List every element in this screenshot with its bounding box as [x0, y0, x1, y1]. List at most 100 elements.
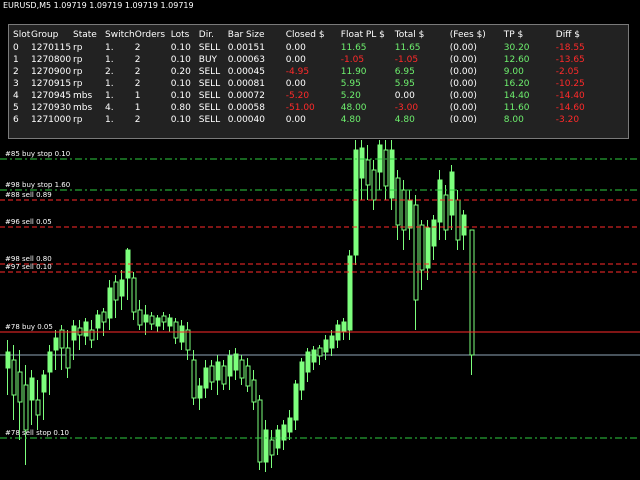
candle-body [425, 227, 431, 269]
candle-body [311, 349, 317, 363]
candle-body [233, 353, 239, 371]
table-cell: 1. [105, 43, 114, 53]
candle-body [59, 329, 65, 349]
candle-body [185, 329, 191, 351]
header-lots: Lots [170, 30, 190, 40]
candle-body [161, 315, 167, 323]
table-header-row: Slot Group State Switch Orders Lots Dir.… [13, 28, 612, 42]
table-cell: -10.25 [555, 79, 585, 89]
table-cell: -14.60 [555, 103, 585, 113]
table-cell: 5.20 [340, 91, 361, 101]
table-cell: (0.00) [449, 79, 477, 89]
header-tp: TP $ [503, 30, 524, 40]
table-cell: 11.90 [340, 67, 367, 77]
header-switch: Switch [105, 30, 135, 40]
candle-body [353, 149, 359, 256]
candle-body [395, 177, 401, 226]
header-dir: Dir. [198, 30, 214, 40]
table-cell: 0.00081 [227, 79, 265, 89]
candle-body [251, 379, 257, 403]
table-row: 1 1270800 rp 1. 2 0.10 BUY 0.00063 0.00 -1.05 -1.0… [13, 54, 612, 66]
table-cell: rp [73, 43, 83, 53]
candle-body [119, 279, 125, 297]
table-cell: 1270945 [31, 91, 72, 101]
table-row: 0 1270115 rp 1. 2 0.10 SELL 0.00151 0.00 11.65 11.… [13, 42, 612, 54]
candle-body [149, 315, 155, 325]
header-total: Total $ [394, 30, 425, 40]
candle-body [371, 169, 377, 201]
candle-body [83, 321, 89, 337]
candle-body [263, 429, 269, 463]
candle-body [407, 199, 413, 229]
candle-body [401, 189, 407, 231]
slots-table: Slot Group State Switch Orders Lots Dir.… [13, 28, 612, 126]
table-cell: -14.40 [555, 91, 585, 101]
table-cell: 0.10 [170, 115, 191, 125]
header-fees: (Fees $) [449, 30, 486, 40]
table-cell: rp [73, 55, 83, 65]
table-cell: 1. [105, 55, 114, 65]
table-cell: 4. [105, 103, 114, 113]
candle-body [35, 399, 41, 416]
table-cell: 0.00 [285, 43, 306, 53]
candle-body [329, 335, 335, 349]
table-cell: 4.80 [394, 115, 415, 125]
table-row: 5 1270930 mbs 4. 1 0.80 SELL 0.00058 -51.00 48.00… [13, 102, 612, 114]
table-cell: SELL [198, 115, 221, 125]
table-cell: 0.00045 [227, 67, 265, 77]
candle-body [113, 281, 119, 301]
table-cell: mbs [73, 91, 93, 101]
table-cell: 6 [13, 115, 19, 125]
candle-body [41, 374, 47, 393]
table-cell: 0.10 [170, 43, 191, 53]
candle-body [101, 311, 107, 323]
candle-body [317, 347, 323, 357]
table-cell: BUY [198, 55, 218, 65]
table-cell: 2 [134, 67, 141, 77]
table-cell: rp [73, 79, 83, 89]
candle-body [23, 384, 29, 431]
header-closed: Closed $ [285, 30, 325, 40]
table-cell: SELL [198, 79, 221, 89]
candle-body [215, 361, 221, 381]
header-slot: Slot [13, 30, 31, 40]
candle-body [413, 204, 419, 301]
candle-body [389, 149, 395, 199]
table-row: 3 1270915 rp 1. 2 0.10 SELL 0.00081 0.00 5.95 5.95… [13, 78, 612, 90]
table-cell: 0.10 [170, 55, 191, 65]
table-cell: 0 [13, 43, 19, 53]
table-cell: (0.00) [449, 91, 477, 101]
table-cell: 0.00058 [227, 103, 265, 113]
candle-body [197, 385, 203, 399]
candle-body [173, 321, 179, 339]
table-cell: 1270800 [31, 55, 72, 65]
table-cell: SELL [198, 91, 221, 101]
table-cell: 2 [134, 115, 141, 125]
table-cell: 1270900 [31, 67, 72, 77]
candle-body [469, 229, 475, 356]
level-label: #98 buy stop 1.60 [5, 181, 71, 189]
slots-panel: Slot Group State Switch Orders Lots Dir.… [8, 24, 629, 139]
candle-body [137, 309, 143, 326]
table-cell: 0.00 [394, 91, 415, 101]
table-body: 0 1270115 rp 1. 2 0.10 SELL 0.00151 0.00 11.65 11.… [13, 42, 612, 126]
header-bar-size: Bar Size [227, 30, 265, 40]
table-cell: 9.00 [503, 67, 524, 77]
table-cell: -51.00 [285, 103, 315, 113]
table-cell: (0.00) [449, 103, 477, 113]
table-cell: 2 [134, 43, 141, 53]
table-row: 2 1270900 rp 2. 2 0.20 SELL 0.00045 -4.95 11.90 6.… [13, 66, 612, 78]
candle-body [359, 147, 365, 179]
header-orders: Orders [134, 30, 166, 40]
table-cell: 0.10 [170, 91, 191, 101]
candle-body [191, 359, 197, 399]
candle-body [17, 371, 23, 403]
table-cell: 12.60 [503, 55, 530, 65]
candle-body [299, 361, 305, 391]
level-label: #98 sell 0.80 [5, 255, 52, 263]
table-cell: 0.00072 [227, 91, 265, 101]
table-cell: 1270930 [31, 103, 72, 113]
table-cell: 0.00063 [227, 55, 265, 65]
table-cell: 0.20 [170, 67, 191, 77]
candle-body [419, 224, 425, 271]
